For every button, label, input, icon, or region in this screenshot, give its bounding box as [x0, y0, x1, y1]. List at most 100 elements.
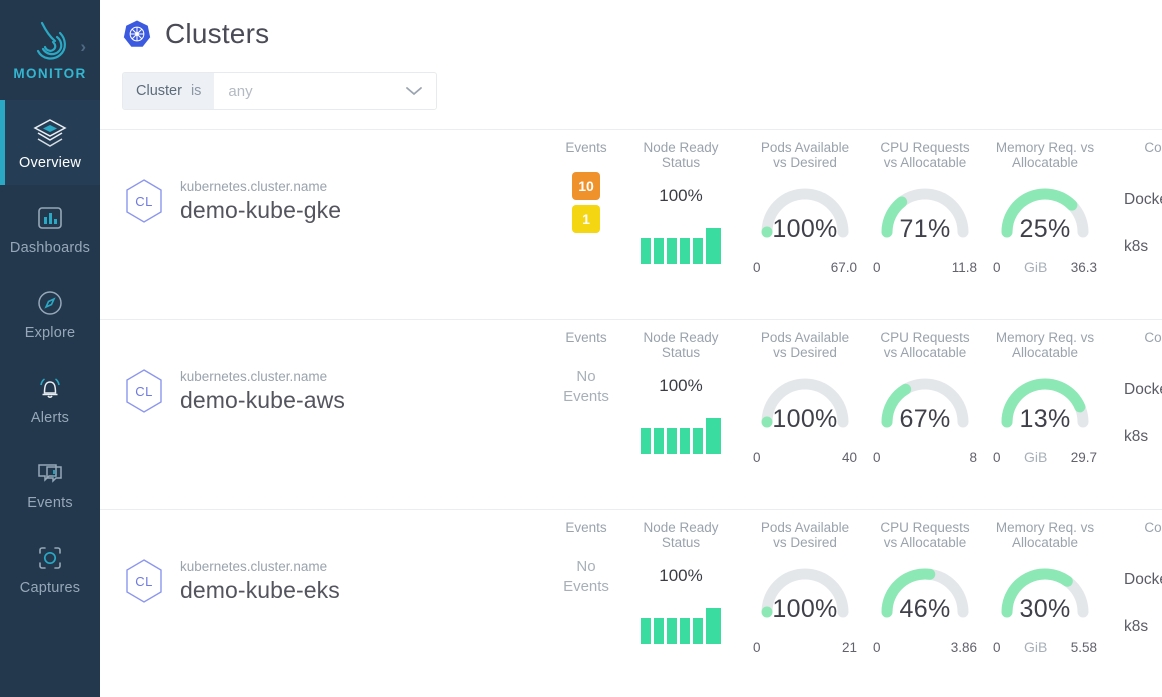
sidebar-item-explore[interactable]: Explore	[0, 270, 100, 355]
sidebar-item-overview[interactable]: Overview	[0, 100, 100, 185]
cluster-identity[interactable]: CL kubernetes.cluster.name demo-kube-gke	[122, 177, 341, 225]
column-events: Events NoEvents	[555, 520, 617, 597]
column-events: Events 10 1	[555, 140, 617, 233]
gauge-percent-label: 67%	[865, 405, 985, 434]
column-header-events: Events	[555, 140, 617, 155]
column-gauge-memory: Memory Req. vsAllocatable 25% 0 GiB 36.3	[985, 140, 1105, 275]
kubernetes-icon	[122, 19, 152, 49]
column-compliance: Compliancescore Docker 73% k8s 17%	[1110, 140, 1162, 265]
gauge-percent-label: 13%	[985, 405, 1105, 434]
sidebar-item-label: Captures	[20, 580, 80, 596]
event-badge[interactable]: 10	[572, 172, 600, 200]
compliance-row[interactable]: k8s 25%	[1124, 419, 1162, 455]
column-header-cpu: CPU Requestsvs Allocatable	[865, 140, 985, 170]
column-gauge-cpu: CPU Requestsvs Allocatable 71% 0 11.8	[865, 140, 985, 275]
node-ready-bar	[654, 618, 664, 644]
node-ready-bar	[667, 618, 677, 644]
node-ready-bar	[706, 418, 721, 454]
column-gauge-pods: Pods Availablevs Desired 100% 0 67.0	[745, 140, 865, 275]
column-header-events: Events	[555, 330, 617, 345]
filter-operator: is	[191, 83, 201, 99]
column-header-compliance: Compliancescore	[1110, 330, 1162, 360]
column-gauge-cpu: CPU Requestsvs Allocatable 46% 0 3.86	[865, 520, 985, 655]
node-ready-percent: 100%	[621, 186, 741, 206]
sidebar-item-dashboards[interactable]: Dashboards	[0, 185, 100, 270]
filter-value-text: any	[228, 83, 252, 100]
node-ready-bars	[621, 596, 741, 644]
gauge-pods: 100% 0 40	[745, 373, 865, 465]
bell-icon	[34, 369, 66, 407]
gauge-min: 0	[993, 260, 1001, 275]
node-ready-bar	[667, 238, 677, 264]
filter-bar: Cluster is any	[100, 50, 1162, 110]
column-gauge-memory: Memory Req. vsAllocatable 13% 0 GiB 29.7	[985, 330, 1105, 465]
brand-label: MONITOR	[13, 66, 86, 81]
compliance-row[interactable]: Docker 73%	[1124, 182, 1162, 218]
column-node-ready: Node ReadyStatus 100%	[621, 520, 741, 644]
sidebar-item-label: Events	[27, 495, 73, 511]
event-badge[interactable]: 1	[572, 205, 600, 233]
gauge-percent-label: 100%	[745, 405, 865, 434]
gauge-min: 0	[753, 450, 761, 465]
cluster-row[interactable]: CL kubernetes.cluster.name demo-kube-gke…	[100, 130, 1162, 320]
node-ready-bar	[654, 428, 664, 454]
gauge-unit: GiB	[1024, 639, 1047, 655]
gauge-memory: 30% 0 GiB 5.58	[985, 563, 1105, 655]
compass-icon	[35, 284, 65, 322]
filter-value-select[interactable]: any	[214, 73, 436, 109]
cluster-hex-label: CL	[122, 177, 166, 225]
cluster-name[interactable]: demo-kube-gke	[180, 197, 341, 224]
sidebar-item-events[interactable]: Events	[0, 440, 100, 525]
node-ready-bar	[641, 238, 651, 264]
cluster-filter[interactable]: Cluster is any	[122, 72, 437, 110]
sidebar: › MONITOR Overview	[0, 0, 100, 697]
column-header-node-ready: Node ReadyStatus	[621, 330, 741, 360]
gauge-max: 3.86	[951, 640, 977, 655]
gauge-percent-label: 46%	[865, 595, 985, 624]
column-header-compliance: Compliancescore	[1110, 140, 1162, 170]
main-content: Clusters Cluster is any	[100, 0, 1162, 697]
compliance-row[interactable]: k8s 17%	[1124, 609, 1162, 645]
node-ready-bar	[641, 428, 651, 454]
cluster-row[interactable]: CL kubernetes.cluster.name demo-kube-eks…	[100, 510, 1162, 697]
brand[interactable]: › MONITOR	[0, 0, 100, 100]
compliance-row[interactable]: k8s 17%	[1124, 229, 1162, 265]
column-header-memory: Memory Req. vsAllocatable	[985, 330, 1105, 360]
sidebar-item-captures[interactable]: Captures	[0, 525, 100, 610]
gauge-percent-label: 71%	[865, 215, 985, 244]
node-ready-bar	[641, 618, 651, 644]
chevron-down-icon[interactable]	[404, 85, 424, 97]
cluster-identity[interactable]: CL kubernetes.cluster.name demo-kube-aws	[122, 367, 345, 415]
sidebar-expand-icon[interactable]: ›	[80, 38, 86, 55]
cluster-metrics: Events NoEvents Node ReadyStatus 100% Po…	[555, 520, 1162, 697]
column-header-memory: Memory Req. vsAllocatable	[985, 140, 1105, 170]
sidebar-nav: Overview Dashboards	[0, 100, 100, 610]
gauge-percent-label: 100%	[745, 215, 865, 244]
compliance-label: k8s	[1124, 618, 1162, 636]
bar-chart-icon	[35, 199, 65, 237]
compliance-row[interactable]: Docker 73%	[1124, 562, 1162, 598]
compliance-row[interactable]: Docker 72%	[1124, 372, 1162, 408]
cluster-name[interactable]: demo-kube-eks	[180, 577, 340, 604]
cluster-name[interactable]: demo-kube-aws	[180, 387, 345, 414]
cluster-identity[interactable]: CL kubernetes.cluster.name demo-kube-eks	[122, 557, 340, 605]
gauge-min: 0	[753, 640, 761, 655]
cluster-row[interactable]: CL kubernetes.cluster.name demo-kube-aws…	[100, 320, 1162, 510]
app-root: › MONITOR Overview	[0, 0, 1162, 697]
node-ready-bars	[621, 216, 741, 264]
column-compliance: Compliancescore Docker 72% k8s 25%	[1110, 330, 1162, 455]
column-gauge-pods: Pods Availablevs Desired 100% 0 21	[745, 520, 865, 655]
node-ready-bar	[706, 608, 721, 644]
gauge-max: 21	[842, 640, 857, 655]
sidebar-item-label: Dashboards	[10, 240, 90, 256]
column-gauge-pods: Pods Availablevs Desired 100% 0 40	[745, 330, 865, 465]
gauge-max: 5.58	[1071, 640, 1097, 655]
node-ready-bar	[680, 238, 690, 264]
sidebar-item-alerts[interactable]: Alerts	[0, 355, 100, 440]
column-header-compliance: Compliancescore	[1110, 520, 1162, 550]
column-node-ready: Node ReadyStatus 100%	[621, 140, 741, 264]
compliance-label: k8s	[1124, 428, 1162, 446]
gauge-cpu: 46% 0 3.86	[865, 563, 985, 655]
layers-icon	[30, 114, 70, 152]
cluster-hex-icon: CL	[122, 367, 166, 415]
